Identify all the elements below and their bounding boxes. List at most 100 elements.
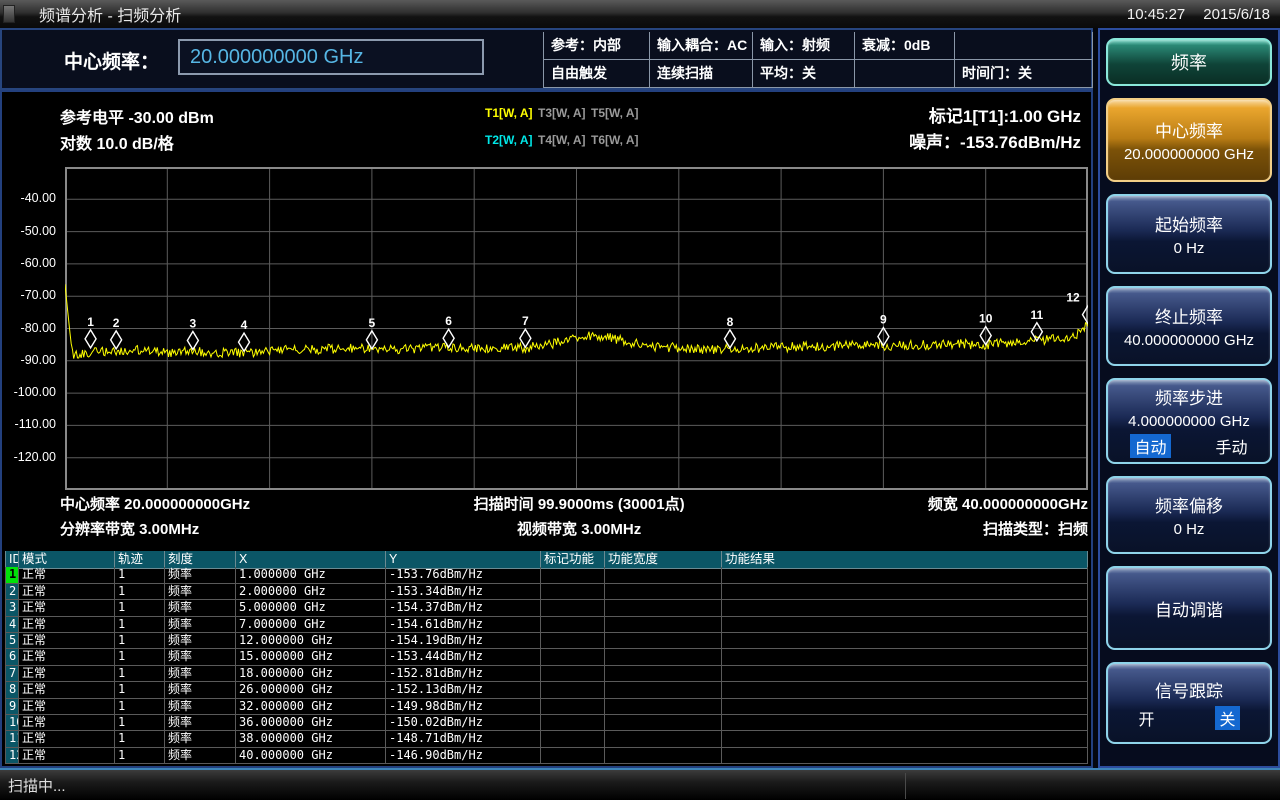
cell-trace: 1 [115, 715, 165, 731]
cell-y: -150.02dBm/Hz [386, 715, 541, 731]
scale-text: 对数 10.0 dB/格 [60, 130, 174, 154]
marker-table-row-3[interactable]: 3正常1频率5.000000 GHz-154.37dBm/Hz [5, 600, 1088, 616]
cell-func [541, 617, 605, 633]
softkey-1-button[interactable]: 起始频率0 Hz [1106, 194, 1272, 274]
marker-table-row-11[interactable]: 11正常1频率38.000000 GHz-148.71dBm/Hz [5, 731, 1088, 747]
softkey-0-button[interactable]: 中心频率20.000000000 GHz [1106, 98, 1272, 182]
cell-scale: 频率 [165, 666, 236, 682]
softkey-3-button[interactable]: 频率步进4.000000000 GHz自动手动 [1106, 378, 1272, 464]
softkey-value: 40.000000000 GHz [1124, 332, 1254, 349]
cell-id: 9 [5, 699, 19, 715]
softkey-menu: 频率中心频率20.000000000 GHz 起始频率0 Hz 终止频率 40.000… [1098, 28, 1280, 768]
cell-y: -146.90dBm/Hz [386, 748, 541, 764]
cell-y: -153.34dBm/Hz [386, 584, 541, 600]
column-header: 轨迹 [115, 551, 165, 569]
menu-title-frequency[interactable]: 频率 [1106, 38, 1272, 86]
cell-mode: 正常 [19, 682, 115, 698]
marker-table-row-6[interactable]: 6正常1频率15.000000 GHz-153.44dBm/Hz [5, 649, 1088, 665]
cell-trace: 1 [115, 682, 165, 698]
cell-x: 26.000000 GHz [236, 682, 386, 698]
marker-table-row-8[interactable]: 8正常1频率26.000000 GHz-152.13dBm/Hz [5, 682, 1088, 698]
center-frequency-label: 中心频率： [64, 47, 159, 74]
cell-width [605, 600, 722, 616]
marker-table-row-10[interactable]: 10正常1频率36.000000 GHz-150.02dBm/Hz [5, 715, 1088, 731]
y-tick-label: -90.00 [2, 353, 56, 367]
cell-mode: 正常 [19, 567, 115, 583]
svg-text:3: 3 [190, 316, 197, 330]
cell-func [541, 748, 605, 764]
softkey-label: 频率偏移 [1155, 492, 1223, 517]
cell-scale: 频率 [165, 748, 236, 764]
softkey-option[interactable]: 关 [1215, 706, 1239, 730]
marker-table-row-2[interactable]: 2正常1频率2.000000 GHz-153.34dBm/Hz [5, 584, 1088, 600]
status-cell-row2-1: 连续扫描 [650, 60, 753, 88]
cell-y: -153.44dBm/Hz [386, 649, 541, 665]
footer-vbw: 视频带宽 3.00MHz [410, 518, 749, 539]
cell-result [722, 715, 1088, 731]
cell-scale: 频率 [165, 699, 236, 715]
trace-indicator-t2: T2[W, A] [485, 133, 533, 147]
status-cell-row1-2: 输入：射频 [753, 32, 855, 60]
column-header: X [236, 551, 386, 569]
sweep-info-row2: 分辨率带宽 3.00MHz 视频带宽 3.00MHz 扫描类型：扫频 [60, 518, 1088, 539]
softkey-option[interactable]: 自动 [1130, 434, 1170, 458]
cell-result [722, 649, 1088, 665]
cell-result [722, 600, 1088, 616]
softkey-5-button[interactable]: 自动调谐 [1106, 566, 1272, 650]
cell-width [605, 633, 722, 649]
cell-scale: 频率 [165, 649, 236, 665]
cell-y: -148.71dBm/Hz [386, 731, 541, 747]
center-frequency-input[interactable]: 20.000000000 GHz [178, 39, 484, 75]
marker-readout-frequency: 标记1[T1]:1.00 GHz [929, 102, 1081, 127]
trace-indicator-t4: T4[W, A] [538, 133, 586, 147]
cell-trace: 1 [115, 567, 165, 583]
cell-width [605, 567, 722, 583]
cell-id: 10 [5, 715, 19, 731]
svg-text:9: 9 [880, 313, 887, 327]
marker-table-row-5[interactable]: 5正常1频率12.000000 GHz-154.19dBm/Hz [5, 633, 1088, 649]
svg-text:2: 2 [113, 316, 120, 330]
app-icon [3, 5, 15, 23]
softkey-value: 0 Hz [1174, 521, 1205, 538]
cell-scale: 频率 [165, 731, 236, 747]
marker-table-row-7[interactable]: 7正常1频率18.000000 GHz-152.81dBm/Hz [5, 666, 1088, 682]
softkey-option[interactable]: 开 [1138, 706, 1154, 730]
cell-result [722, 731, 1088, 747]
cell-mode: 正常 [19, 633, 115, 649]
softkey-value: 20.000000000 GHz [1124, 146, 1254, 163]
cell-scale: 频率 [165, 600, 236, 616]
svg-text:7: 7 [522, 314, 529, 328]
cell-func [541, 649, 605, 665]
footer-span: 频宽 40.000000000GHz [749, 493, 1088, 514]
cell-func [541, 715, 605, 731]
cell-width [605, 731, 722, 747]
softkey-option[interactable]: 手动 [1215, 434, 1247, 458]
cell-func [541, 567, 605, 583]
status-bar: 扫描中... [0, 768, 1280, 800]
softkey-label: 信号跟踪 [1155, 677, 1223, 702]
cell-trace: 1 [115, 617, 165, 633]
marker-table-row-4[interactable]: 4正常1频率7.000000 GHz-154.61dBm/Hz [5, 617, 1088, 633]
cell-id: 5 [5, 633, 19, 649]
cell-result [722, 748, 1088, 764]
cell-func [541, 633, 605, 649]
column-header: Y [386, 551, 541, 569]
cell-width [605, 682, 722, 698]
softkey-2-button[interactable]: 终止频率 40.000000000 GHz [1106, 286, 1272, 366]
footer-sweep-type: 扫描类型：扫频 [749, 518, 1088, 539]
footer-rbw: 分辨率带宽 3.00MHz [60, 518, 410, 539]
softkey-label: 终止频率 [1155, 303, 1223, 328]
softkey-6-button[interactable]: 信号跟踪开 关 [1106, 662, 1272, 744]
marker-table-row-12[interactable]: 12正常1频率40.000000 GHz-146.90dBm/Hz [5, 748, 1088, 764]
cell-x: 32.000000 GHz [236, 699, 386, 715]
y-tick-label: -40.00 [2, 191, 56, 205]
cell-width [605, 666, 722, 682]
marker-table-row-9[interactable]: 9正常1频率32.000000 GHz-149.98dBm/Hz [5, 699, 1088, 715]
marker-table-row-1[interactable]: 1正常1频率1.000000 GHz-153.76dBm/Hz [5, 567, 1088, 583]
status-cell-row2-2: 平均：关 [753, 60, 855, 88]
cell-id: 6 [5, 649, 19, 665]
cell-y: -149.98dBm/Hz [386, 699, 541, 715]
softkey-4-button[interactable]: 频率偏移 0 Hz [1106, 476, 1272, 554]
cell-func [541, 600, 605, 616]
cell-scale: 频率 [165, 617, 236, 633]
